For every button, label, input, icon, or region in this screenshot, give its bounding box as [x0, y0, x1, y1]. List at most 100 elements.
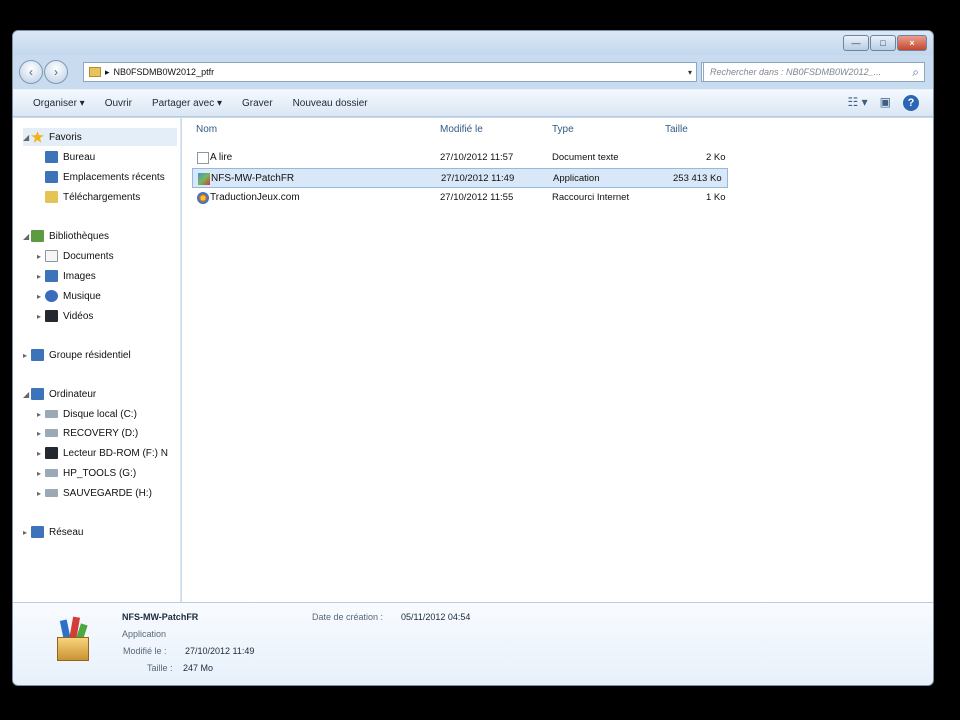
nav-videos[interactable]: ▸ Vidéos	[37, 307, 93, 325]
nav-homegroup-label: Groupe résidentiel	[49, 349, 131, 361]
view-options-icon[interactable]: ☷ ▾	[848, 95, 868, 111]
folder-icon	[89, 67, 101, 77]
nav-network-label: Réseau	[49, 526, 84, 538]
share-menu[interactable]: Partager avec ▾	[152, 98, 222, 109]
nav-libraries[interactable]: ◢ Bibliothèques	[23, 227, 109, 245]
search-input[interactable]: Rechercher dans : NB0FSDMB0W2012_... ⌕	[703, 62, 925, 82]
detail-modified: 27/10/2012 11:49	[185, 646, 255, 656]
column-size[interactable]: Taille	[665, 124, 688, 135]
local-disk-icon	[45, 410, 58, 418]
file-size: 2 Ko	[706, 152, 726, 163]
file-modified: 27/10/2012 11:49	[441, 173, 515, 184]
nav-drive-g[interactable]: ▸ HP_TOOLS (G:)	[37, 464, 136, 482]
new-folder-button[interactable]: Nouveau dossier	[293, 98, 368, 109]
nav-computer[interactable]: ◢ Ordinateur	[23, 385, 96, 403]
command-toolbar: Organiser ▾ Ouvrir Partager avec ▾ Grave…	[13, 89, 933, 117]
computer-icon	[31, 388, 44, 400]
nav-drive-f[interactable]: ▸ Lecteur BD-ROM (F:) N	[37, 444, 168, 462]
nav-documents[interactable]: ▸ Documents	[37, 247, 114, 265]
address-bar[interactable]: ▸ NB0FSDMB0W2012_ptfr ▾	[83, 62, 697, 82]
application-icon	[49, 616, 97, 667]
nav-desktop[interactable]: Bureau	[45, 148, 95, 166]
nav-recent-places[interactable]: Emplacements récents	[45, 168, 165, 186]
column-type[interactable]: Type	[552, 124, 574, 135]
file-modified: 27/10/2012 11:55	[440, 192, 514, 203]
nav-downloads-label: Téléchargements	[63, 191, 141, 203]
file-type: Document texte	[552, 152, 619, 163]
column-headers: Nom Modifié le Type Taille	[182, 118, 933, 140]
nav-images[interactable]: ▸ Images	[37, 267, 96, 285]
nav-computer-label: Ordinateur	[49, 388, 97, 400]
nav-drive-d[interactable]: ▸ RECOVERY (D:)	[37, 424, 138, 442]
help-icon[interactable]: ?	[903, 95, 919, 111]
close-button[interactable]: ×	[897, 35, 927, 51]
text-file-icon	[197, 152, 209, 164]
address-row: ‹ › ▸ NB0FSDMB0W2012_ptfr ▾ ↻ Rechercher…	[13, 55, 933, 89]
nav-drive-c[interactable]: ▸ Disque local (C:)	[37, 405, 137, 423]
burn-button[interactable]: Graver	[242, 98, 273, 109]
detail-created-label: Date de création :	[312, 612, 384, 622]
downloads-icon	[45, 191, 58, 203]
application-icon	[198, 173, 210, 185]
nav-videos-label: Vidéos	[63, 310, 94, 322]
nav-favorites-label: Favoris	[49, 131, 82, 143]
drive-icon	[45, 489, 58, 497]
nav-drive-h[interactable]: ▸ SAUVEGARDE (H:)	[37, 484, 152, 502]
libraries-icon	[31, 230, 44, 242]
file-type: Raccourci Internet	[552, 192, 630, 203]
search-placeholder: Rechercher dans : NB0FSDMB0W2012_...	[710, 67, 882, 77]
back-button[interactable]: ‹	[19, 60, 43, 84]
nav-network[interactable]: ▸ Réseau	[23, 523, 83, 541]
nav-drive-c-label: Disque local (C:)	[63, 408, 137, 420]
file-name: A lire	[210, 152, 233, 163]
search-icon[interactable]: ⌕	[912, 65, 919, 80]
file-row[interactable]: TraductionJeux.com 27/10/2012 11:55 Racc…	[192, 188, 728, 208]
internet-shortcut-icon	[197, 192, 209, 204]
file-name: NFS-MW-PatchFR	[211, 173, 295, 184]
network-icon	[31, 526, 44, 538]
title-bar: — □ ×	[13, 31, 933, 55]
file-modified: 27/10/2012 11:57	[440, 152, 514, 163]
file-size: 253 413 Ko	[673, 173, 722, 184]
detail-modified-label: Modifié le :	[123, 646, 167, 656]
file-name: TraductionJeux.com	[210, 192, 300, 203]
nav-downloads[interactable]: Téléchargements	[45, 188, 140, 206]
forward-button[interactable]: ›	[44, 60, 68, 84]
documents-icon	[45, 250, 58, 262]
nav-favorites[interactable]: ◢ Favoris	[23, 128, 177, 146]
preview-pane-icon[interactable]: ▣	[880, 95, 891, 111]
desktop-icon	[45, 151, 58, 163]
detail-type: Application	[122, 629, 167, 639]
nav-recent-label: Emplacements récents	[63, 171, 165, 183]
detail-size: 247 Mo	[183, 663, 214, 673]
nav-desktop-label: Bureau	[63, 151, 96, 163]
nav-drive-g-label: HP_TOOLS (G:)	[63, 467, 137, 479]
column-modified[interactable]: Modifié le	[440, 124, 483, 135]
file-row-selected[interactable]: NFS-MW-PatchFR 27/10/2012 11:49 Applicat…	[192, 168, 728, 188]
nav-documents-label: Documents	[63, 250, 114, 262]
homegroup-icon	[31, 349, 44, 361]
address-dropdown-icon[interactable]: ▾	[688, 68, 692, 77]
nav-drive-h-label: SAUVEGARDE (H:)	[63, 487, 152, 499]
detail-size-label: Taille :	[147, 663, 173, 673]
images-icon	[45, 270, 58, 282]
drive-icon	[45, 429, 58, 437]
file-list: Nom Modifié le Type Taille A lire 27/10/…	[182, 118, 933, 602]
file-size: 1 Ko	[706, 192, 726, 203]
minimize-button[interactable]: —	[843, 35, 869, 51]
star-icon	[31, 131, 44, 143]
nav-music[interactable]: ▸ Musique	[37, 287, 101, 305]
column-name[interactable]: Nom	[196, 124, 217, 135]
detail-name: NFS-MW-PatchFR	[122, 612, 199, 622]
drive-icon	[45, 469, 58, 477]
nav-libraries-label: Bibliothèques	[49, 230, 110, 242]
file-row[interactable]: A lire 27/10/2012 11:57 Document texte 2…	[192, 148, 728, 168]
address-path[interactable]: NB0FSDMB0W2012_ptfr	[114, 67, 215, 77]
maximize-button[interactable]: □	[870, 35, 896, 51]
organise-menu[interactable]: Organiser ▾	[33, 98, 85, 109]
recent-places-icon	[45, 171, 58, 183]
open-button[interactable]: Ouvrir	[105, 98, 132, 109]
nav-homegroup[interactable]: ▸ Groupe résidentiel	[23, 346, 131, 364]
file-type: Application	[553, 173, 600, 184]
music-icon	[45, 290, 58, 302]
